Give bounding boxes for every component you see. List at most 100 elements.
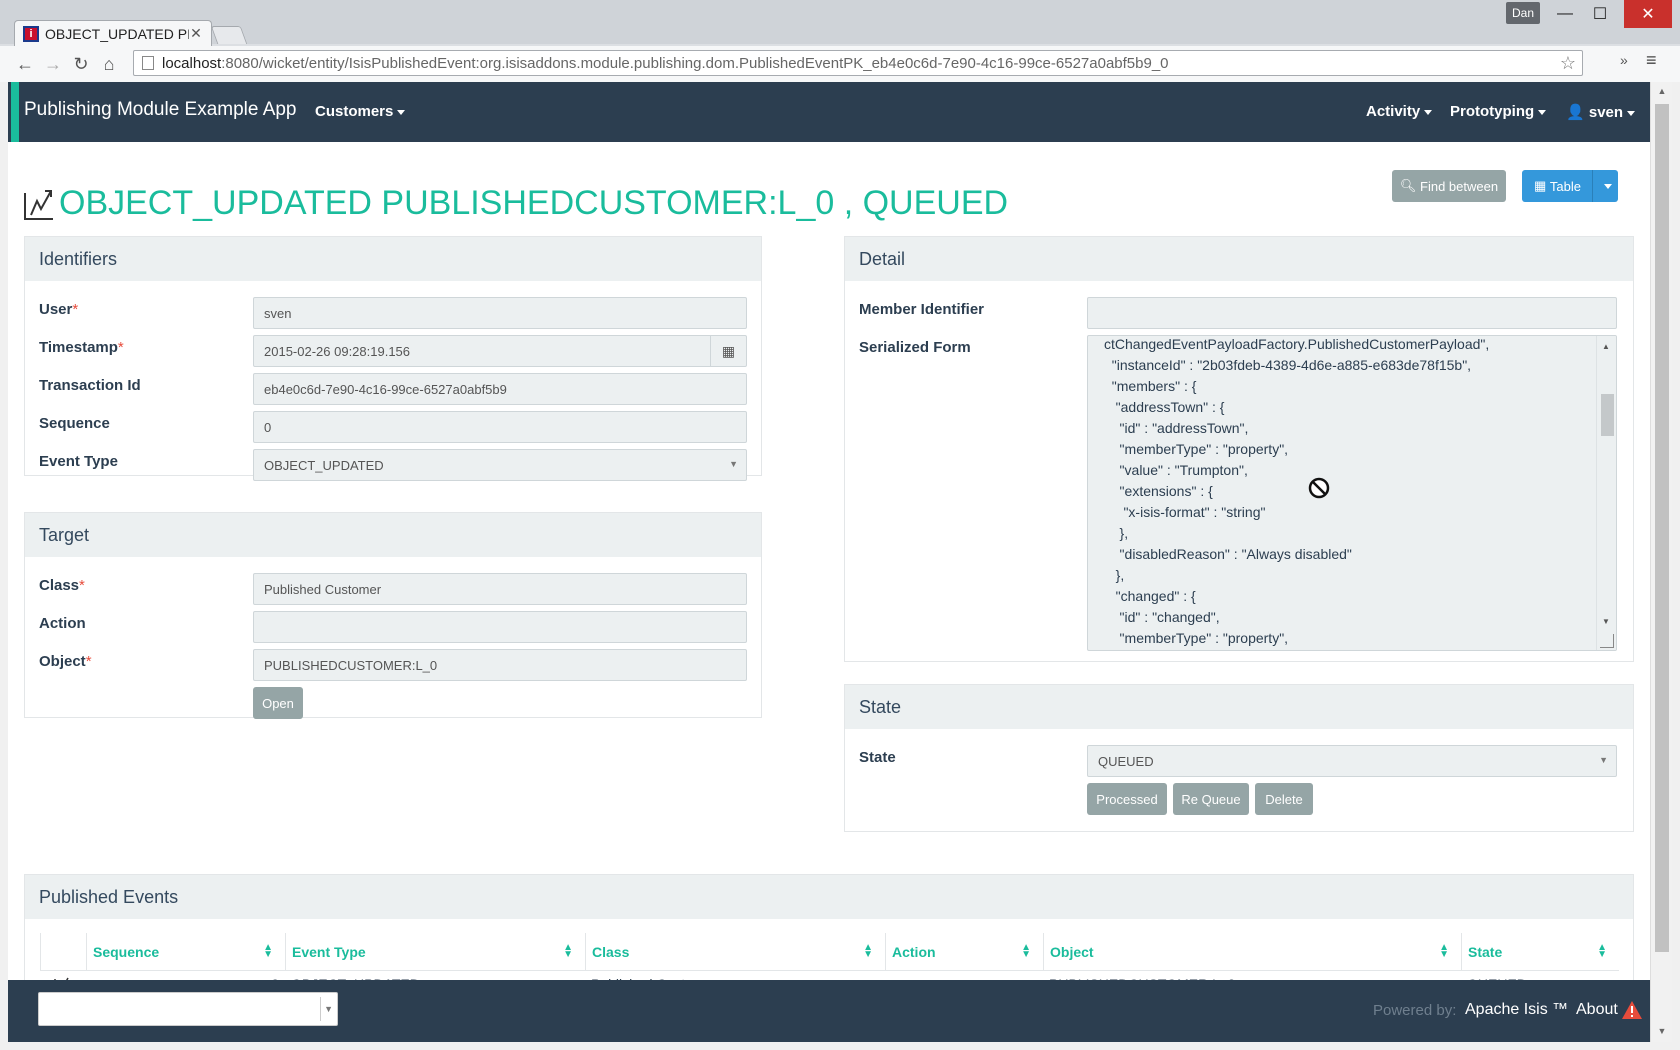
menu-prototyping-label: Prototyping [1450,103,1535,120]
textarea-scroll-thumb[interactable] [1601,394,1614,436]
warning-icon[interactable] [1621,1000,1643,1020]
menu-customers-label: Customers [315,103,394,120]
tab-close-icon[interactable]: ✕ [189,25,203,42]
user-label-text: User [39,301,73,318]
required-marker: * [72,301,79,318]
state-select[interactable]: QUEUED ▼ [1087,745,1617,777]
timestamp-field[interactable]: 2015-02-26 09:28:19.156 ▦ [253,335,747,367]
scroll-down-icon[interactable]: ▼ [1656,1026,1668,1038]
select-separator [320,997,321,1021]
reload-icon[interactable]: ↻ [68,51,94,77]
browser-menu-icon[interactable]: ≡ [1646,50,1657,71]
menu-prototyping[interactable]: Prototyping [1450,103,1547,120]
sort-icon[interactable]: ▲ ▼ [1021,943,1031,960]
action-label: Action [39,615,86,632]
url-path: :8080/wicket/entity/IsisPublishedEvent:o… [221,54,1169,72]
extensions-overflow-icon[interactable]: » [1620,52,1628,68]
new-tab-button[interactable] [210,26,248,44]
object-label-text: Object [39,653,86,670]
resize-grip-icon[interactable] [1600,634,1614,648]
timestamp-label: Timestamp* [39,339,124,356]
forward-icon[interactable]: → [40,51,66,77]
table-view-dropdown[interactable] [1592,170,1618,202]
menu-user-label: sven [1588,104,1624,121]
page-title-text: OBJECT_UPDATED PUBLISHEDCUSTOMER:L_0 , Q… [59,184,1009,222]
state-heading: State [845,685,1633,729]
column-header-class[interactable]: Class ▲ ▼ [585,933,885,971]
user-label: User* [39,301,78,318]
column-label: Object [1050,943,1094,960]
sequence-field[interactable]: 0 [253,411,747,443]
browser-tab[interactable]: i OBJECT_UPDATED PI ✕ [14,20,212,46]
eventtype-label: Event Type [39,453,118,470]
url-host: localhost [162,54,222,72]
column-header-sequence[interactable]: Sequence ▲ ▼ [86,933,285,971]
sort-icon[interactable]: ▲ ▼ [1439,943,1449,960]
column-header-state[interactable]: State ▲ ▼ [1461,933,1619,971]
scroll-up-icon[interactable]: ▲ [1602,342,1610,351]
delete-button[interactable]: Delete [1255,783,1313,815]
column-header-action[interactable]: Action ▲ ▼ [885,933,1043,971]
powered-by-label: Powered by: [1373,1002,1457,1019]
menu-user[interactable]: 👤 sven [1566,103,1636,121]
detail-panel: Detail Member Identifier Serialized Form… [844,236,1634,662]
bookmark-star-icon[interactable]: ☆ [1560,53,1576,74]
scroll-up-icon[interactable]: ▲ [1656,86,1668,98]
state-value: QUEUED [1098,753,1154,769]
find-between-button[interactable]: 🔍︎ Find between [1392,170,1506,202]
page-scroll-thumb[interactable] [1655,104,1669,952]
published-event-icon [24,189,53,220]
column-header-object[interactable]: Object ▲ ▼ [1043,933,1461,971]
user-icon: 👤 [1566,104,1589,121]
app-navbar: Publishing Module Example App Customers … [8,82,1650,142]
sort-icon[interactable]: ▲ ▼ [1597,943,1607,960]
window-close-icon[interactable]: ✕ [1624,0,1672,28]
table-view-label: Table [1549,178,1581,194]
eventtype-select[interactable]: OBJECT_UPDATED ▼ [253,449,747,481]
requeue-button[interactable]: Re Queue [1173,783,1249,815]
transaction-field[interactable]: eb4e0c6d-7e90-4c16-99ce-6527a0abf5b9 [253,373,747,405]
column-header-event-type[interactable]: Event Type ▲ ▼ [285,933,585,971]
table-view-button[interactable]: ▦ Table [1522,170,1618,202]
maximize-icon[interactable]: ☐ [1580,0,1620,28]
serialized-form-label: Serialized Form [859,339,971,356]
sequence-label: Sequence [39,415,110,432]
footer-select[interactable]: ▼ [38,992,338,1026]
textarea-scrollbar[interactable]: ▲ ▼ [1596,336,1616,650]
member-identifier-field[interactable] [1087,297,1617,329]
action-field[interactable] [253,611,747,643]
calendar-icon[interactable]: ▦ [710,336,746,366]
processed-button[interactable]: Processed [1087,783,1167,815]
home-icon[interactable]: ⌂ [96,51,122,77]
address-bar[interactable]: localhost:8080/wicket/entity/IsisPublish… [133,50,1583,76]
sort-icon[interactable]: ▲ ▼ [563,943,573,960]
tab-title: OBJECT_UPDATED PI [45,25,189,42]
apache-isis-link[interactable]: Apache Isis ™ [1465,1001,1568,1019]
serialized-form-textarea[interactable]: ctChangedEventPayloadFactory.PublishedCu… [1087,335,1617,651]
about-link[interactable]: About [1576,1001,1618,1019]
caret-down-icon [1538,109,1547,115]
table-header-icon-col [40,933,86,971]
published-events-heading: Published Events [25,875,1633,919]
browser-titlebar [0,0,1680,44]
timestamp-value: 2015-02-26 09:28:19.156 [264,343,411,359]
menu-customers[interactable]: Customers [315,103,406,120]
scroll-down-icon[interactable]: ▼ [1602,617,1610,626]
object-field[interactable]: PUBLISHEDCUSTOMER:L_0 [253,649,747,681]
minimize-icon[interactable]: — [1545,0,1585,28]
browser-user-badge[interactable]: Dan [1506,2,1540,24]
sort-icon[interactable]: ▲ ▼ [863,943,873,960]
open-button[interactable]: Open [253,687,303,719]
find-between-label: Find between [1420,178,1499,194]
class-label-text: Class [39,577,80,594]
isis-favicon-icon: i [23,25,39,42]
user-field[interactable]: sven [253,297,747,329]
back-icon[interactable]: ← [12,51,38,77]
navbar-accent [11,82,19,142]
required-marker: * [79,577,85,594]
sort-icon[interactable]: ▲ ▼ [263,943,273,960]
class-field[interactable]: Published Customer [253,573,747,605]
app-brand[interactable]: Publishing Module Example App [24,99,297,121]
page-scrollbar[interactable]: ▲ ▼ [1650,82,1672,1042]
menu-activity[interactable]: Activity [1366,103,1433,120]
